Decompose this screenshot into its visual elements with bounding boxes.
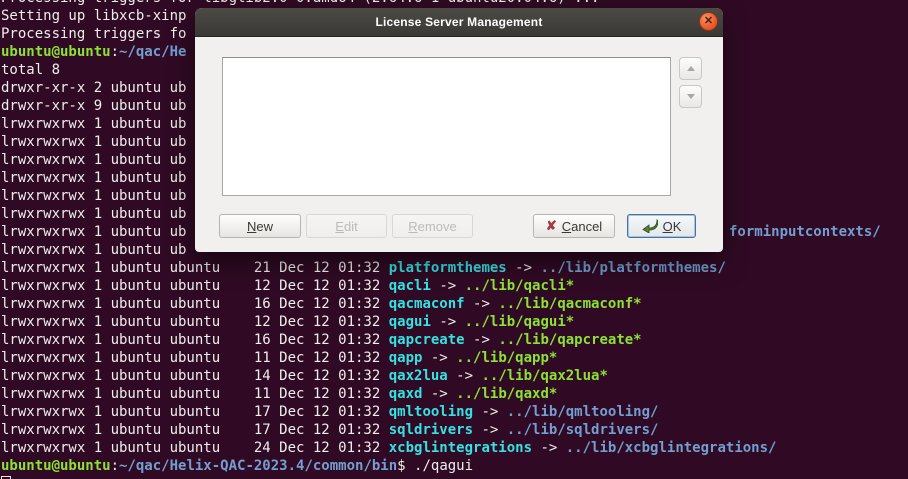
remove-button-label: Remove [408, 219, 456, 234]
terminal-line: lrwxrwxrwx 1 ubuntu ubuntu 24 Dec 12 01:… [1, 439, 776, 457]
license-server-management-dialog: License Server Management ✕ New Edit Rem… [195, 8, 723, 252]
terminal-line: lrwxrwxrwx 1 ubuntu ub [1, 133, 186, 151]
terminal-line: lrwxrwxrwx 1 ubuntu ubuntu 14 Dec 12 01:… [1, 367, 608, 385]
terminal-line: lrwxrwxrwx 1 ubuntu ubuntu 11 Dec 12 01:… [1, 349, 557, 367]
terminal-window: Processing triggers for libglib2.0-0:amd… [0, 0, 908, 479]
terminal-line: lrwxrwxrwx 1 ubuntu ubuntu 11 Dec 12 01:… [1, 385, 557, 403]
terminal-line: lrwxrwxrwx 1 ubuntu ubforminputcontexts/ [1, 223, 186, 241]
close-icon[interactable]: ✕ [699, 12, 718, 31]
terminal-line: lrwxrwxrwx 1 ubuntu ubuntu 21 Dec 12 01:… [1, 259, 726, 277]
new-button[interactable]: New [219, 214, 301, 238]
green-enter-arrow-icon [642, 219, 658, 233]
terminal-line: total 8 [1, 61, 60, 79]
terminal-line: lrwxrwxrwx 1 ubuntu ub [1, 151, 186, 169]
move-down-button[interactable] [679, 85, 702, 108]
terminal-line: lrwxrwxrwx 1 ubuntu ub [1, 115, 186, 133]
terminal-line: lrwxrwxrwx 1 ubuntu ubuntu 17 Dec 12 01:… [1, 403, 658, 421]
down-triangle-icon [687, 94, 695, 99]
terminal-line: lrwxrwxrwx 1 ubuntu ubuntu 17 Dec 12 01:… [1, 421, 658, 439]
terminal-line: drwxr-xr-x 9 ubuntu ub [1, 97, 186, 115]
terminal-line: drwxr-xr-x 2 ubuntu ub [1, 79, 186, 97]
terminal-line [1, 475, 11, 479]
terminal-line: Processing triggers fo [1, 25, 186, 43]
new-button-label: New [247, 219, 273, 234]
red-x-icon: ✘ [546, 218, 557, 234]
terminal-line: lrwxrwxrwx 1 ubuntu ubuntu 16 Dec 12 01:… [1, 295, 642, 313]
up-triangle-icon [687, 66, 695, 71]
license-server-list[interactable] [222, 57, 671, 196]
ok-button-label: OK [663, 219, 682, 234]
terminal-line: lrwxrwxrwx 1 ubuntu ubuntu 16 Dec 12 01:… [1, 331, 642, 349]
terminal-line: lrwxrwxrwx 1 ubuntu ub [1, 205, 186, 223]
terminal-line: ubuntu@ubuntu:~/qac/He [1, 43, 186, 61]
terminal-line: lrwxrwxrwx 1 ubuntu ubuntu 12 Dec 12 01:… [1, 313, 574, 331]
terminal-line: lrwxrwxrwx 1 ubuntu ub [1, 241, 186, 259]
dialog-title: License Server Management [375, 15, 542, 29]
edit-button-label: Edit [335, 219, 357, 234]
cancel-button[interactable]: ✘ Cancel [533, 214, 615, 238]
terminal-line: Processing triggers for libglib2.0-0:amd… [1, 0, 599, 7]
dialog-titlebar[interactable]: License Server Management ✕ [195, 8, 723, 37]
terminal-line: ubuntu@ubuntu:~/qac/Helix-QAC-2023.4/com… [1, 457, 473, 475]
edit-button: Edit [306, 214, 387, 238]
terminal-line: Setting up libxcb-xinp [1, 7, 186, 25]
terminal-line: lrwxrwxrwx 1 ubuntu ubuntu 12 Dec 12 01:… [1, 277, 574, 295]
cancel-button-label: Cancel [562, 219, 602, 234]
remove-button: Remove [392, 214, 473, 238]
move-up-button[interactable] [679, 57, 702, 80]
ok-button[interactable]: OK [627, 214, 696, 238]
terminal-line: lrwxrwxrwx 1 ubuntu ub [1, 169, 186, 187]
terminal-line: lrwxrwxrwx 1 ubuntu ub [1, 187, 186, 205]
